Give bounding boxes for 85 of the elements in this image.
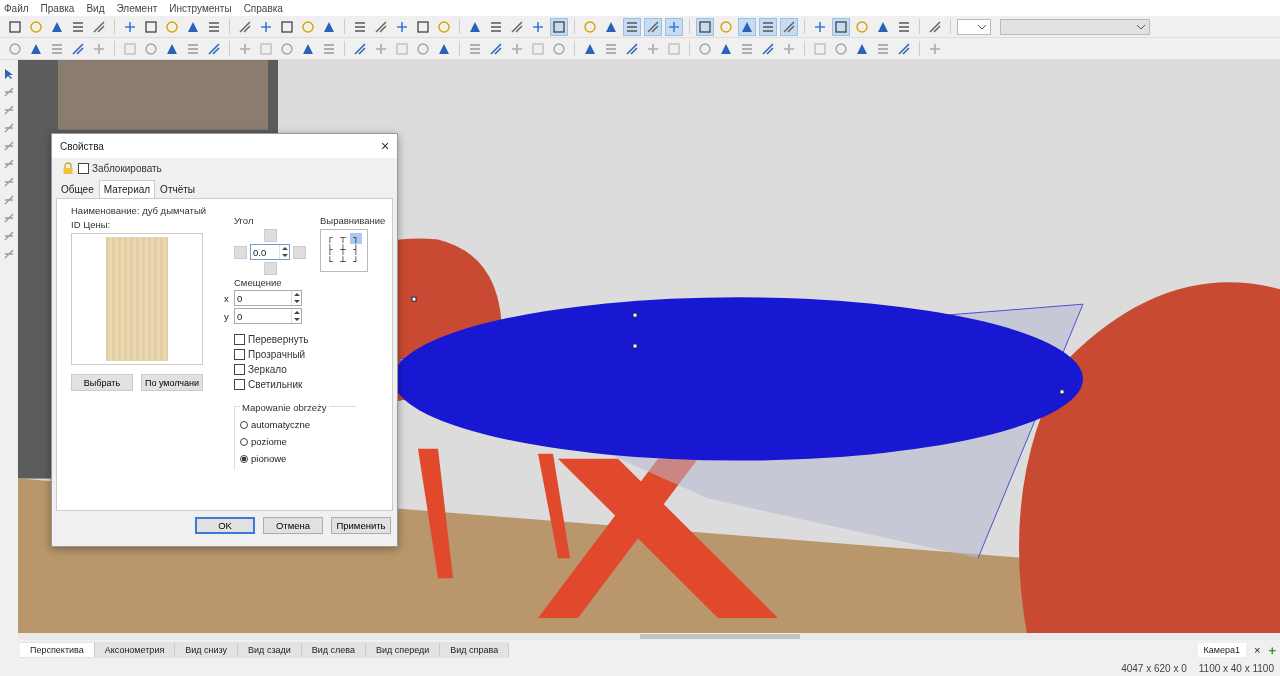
texture-button[interactable]: Выбрать bbox=[71, 374, 133, 391]
tool-icon[interactable] bbox=[780, 17, 798, 36]
alignment-option[interactable]: ┤ bbox=[350, 245, 362, 256]
view-tab[interactable]: Вид справа bbox=[440, 643, 510, 657]
mapping-radio[interactable]: poziome bbox=[240, 436, 352, 447]
menu-item[interactable]: Файл bbox=[4, 2, 29, 14]
tool-icon[interactable] bbox=[3, 68, 15, 80]
menu-item[interactable]: Правка bbox=[40, 2, 75, 14]
tool-icon[interactable] bbox=[3, 230, 15, 242]
spinner-arrows-icon[interactable] bbox=[292, 310, 301, 322]
view-tab[interactable]: Вид сзади bbox=[238, 643, 302, 657]
menu-item[interactable]: Инструменты bbox=[169, 2, 232, 14]
alignment-option[interactable]: ├ bbox=[324, 245, 336, 256]
alignment-option[interactable]: ┴ bbox=[337, 257, 349, 268]
caret-icon bbox=[978, 24, 986, 30]
alignment-option[interactable]: ┌ bbox=[324, 233, 336, 244]
alignment-option[interactable]: └ bbox=[324, 257, 336, 268]
view-tab[interactable]: Перспектива bbox=[20, 643, 95, 657]
tool-icon[interactable] bbox=[3, 140, 15, 152]
axis-label: x bbox=[224, 292, 230, 304]
tool-icon[interactable] bbox=[3, 104, 15, 116]
alignment-option[interactable]: ┼ bbox=[337, 245, 349, 256]
option-checkbox[interactable]: Светильник bbox=[234, 379, 384, 390]
tool-icon[interactable] bbox=[3, 212, 15, 224]
caret-icon bbox=[1137, 24, 1145, 30]
dialog-title: Свойства bbox=[60, 140, 104, 152]
dialog-button[interactable]: OK bbox=[195, 517, 255, 534]
spinner-arrows-icon[interactable] bbox=[292, 292, 301, 304]
element-size-text: 1100 x 40 x 1100 bbox=[1198, 662, 1274, 674]
alignment-label: Выравнивание bbox=[320, 215, 386, 226]
view-tab[interactable]: Вид слева bbox=[301, 643, 367, 657]
tab[interactable]: Общее bbox=[56, 180, 99, 198]
tool-icon[interactable] bbox=[623, 17, 641, 36]
menu-item[interactable]: Вид bbox=[86, 2, 105, 14]
rotate-left-button[interactable] bbox=[234, 245, 247, 259]
tool-icon[interactable] bbox=[665, 17, 683, 36]
angle-field[interactable]: 0.0 bbox=[250, 244, 290, 260]
spinner-arrows-icon[interactable] bbox=[280, 246, 289, 258]
price-id-label: ID Цены: bbox=[71, 219, 112, 230]
group-title: Mapowanie obrzeży bbox=[240, 402, 329, 413]
mapping-radio[interactable]: pionowe bbox=[240, 453, 352, 464]
view-tab[interactable]: Вид снизу bbox=[175, 643, 239, 657]
option-checkbox[interactable]: Прозрачный bbox=[234, 349, 384, 360]
tab[interactable]: Отчёты bbox=[155, 180, 200, 198]
tool-icon[interactable] bbox=[759, 17, 777, 36]
angle-label: Угол bbox=[234, 215, 255, 226]
horizontal-scrollbar[interactable] bbox=[18, 633, 1280, 640]
tab[interactable]: Материал bbox=[98, 180, 156, 198]
tool-icon[interactable] bbox=[832, 17, 850, 36]
camera-tab[interactable]: Камера1 bbox=[1197, 643, 1246, 657]
option-checkbox[interactable]: Зеркало bbox=[234, 364, 384, 375]
mapping-radio[interactable]: automatyczne bbox=[240, 419, 352, 430]
dialog-button[interactable]: Отмена bbox=[263, 517, 323, 534]
tool-icon[interactable] bbox=[3, 158, 15, 170]
view-tab[interactable]: Аксонометрия bbox=[94, 643, 176, 657]
lock-icon bbox=[62, 162, 74, 174]
offset-field[interactable]: 0 bbox=[234, 290, 302, 306]
offset-field[interactable]: 0 bbox=[234, 308, 302, 324]
option-checkbox[interactable]: Перевернуть bbox=[234, 334, 384, 345]
dialog-button[interactable]: Применить bbox=[331, 517, 391, 534]
tool-icon[interactable] bbox=[738, 17, 756, 36]
menu-item[interactable]: Элемент bbox=[116, 2, 158, 14]
offset-label: Смещение bbox=[234, 277, 283, 288]
alignment-option[interactable]: ┐ bbox=[350, 233, 362, 244]
close-button[interactable]: × bbox=[1253, 644, 1261, 656]
axis-label: y bbox=[224, 310, 230, 322]
alignment-option[interactable]: ┬ bbox=[337, 233, 349, 244]
menu-item[interactable]: Справка bbox=[243, 2, 283, 14]
tool-icon[interactable] bbox=[3, 194, 15, 206]
alignment-option[interactable]: ┘ bbox=[350, 257, 362, 268]
texture-button[interactable]: По умолчани bbox=[141, 374, 203, 391]
tool-icon[interactable] bbox=[3, 122, 15, 134]
view-tab[interactable]: Вид спереди bbox=[366, 643, 441, 657]
lock-checkbox[interactable]: Заблокировать bbox=[78, 162, 162, 174]
tool-icon[interactable] bbox=[3, 248, 15, 260]
close-button[interactable]: × bbox=[373, 135, 397, 157]
material-name-label: Наименование: дуб дымчатый bbox=[71, 205, 206, 216]
tool-icon[interactable] bbox=[3, 176, 15, 188]
tool-icon[interactable] bbox=[696, 17, 714, 36]
zoom-dropdown[interactable] bbox=[957, 18, 991, 35]
tool-icon[interactable] bbox=[3, 86, 15, 98]
tool-icon[interactable] bbox=[550, 17, 568, 36]
room-size-text: 4047 x 620 x 0 bbox=[1121, 662, 1187, 674]
layer-dropdown[interactable] bbox=[1000, 18, 1150, 35]
tool-icon[interactable] bbox=[644, 17, 662, 36]
